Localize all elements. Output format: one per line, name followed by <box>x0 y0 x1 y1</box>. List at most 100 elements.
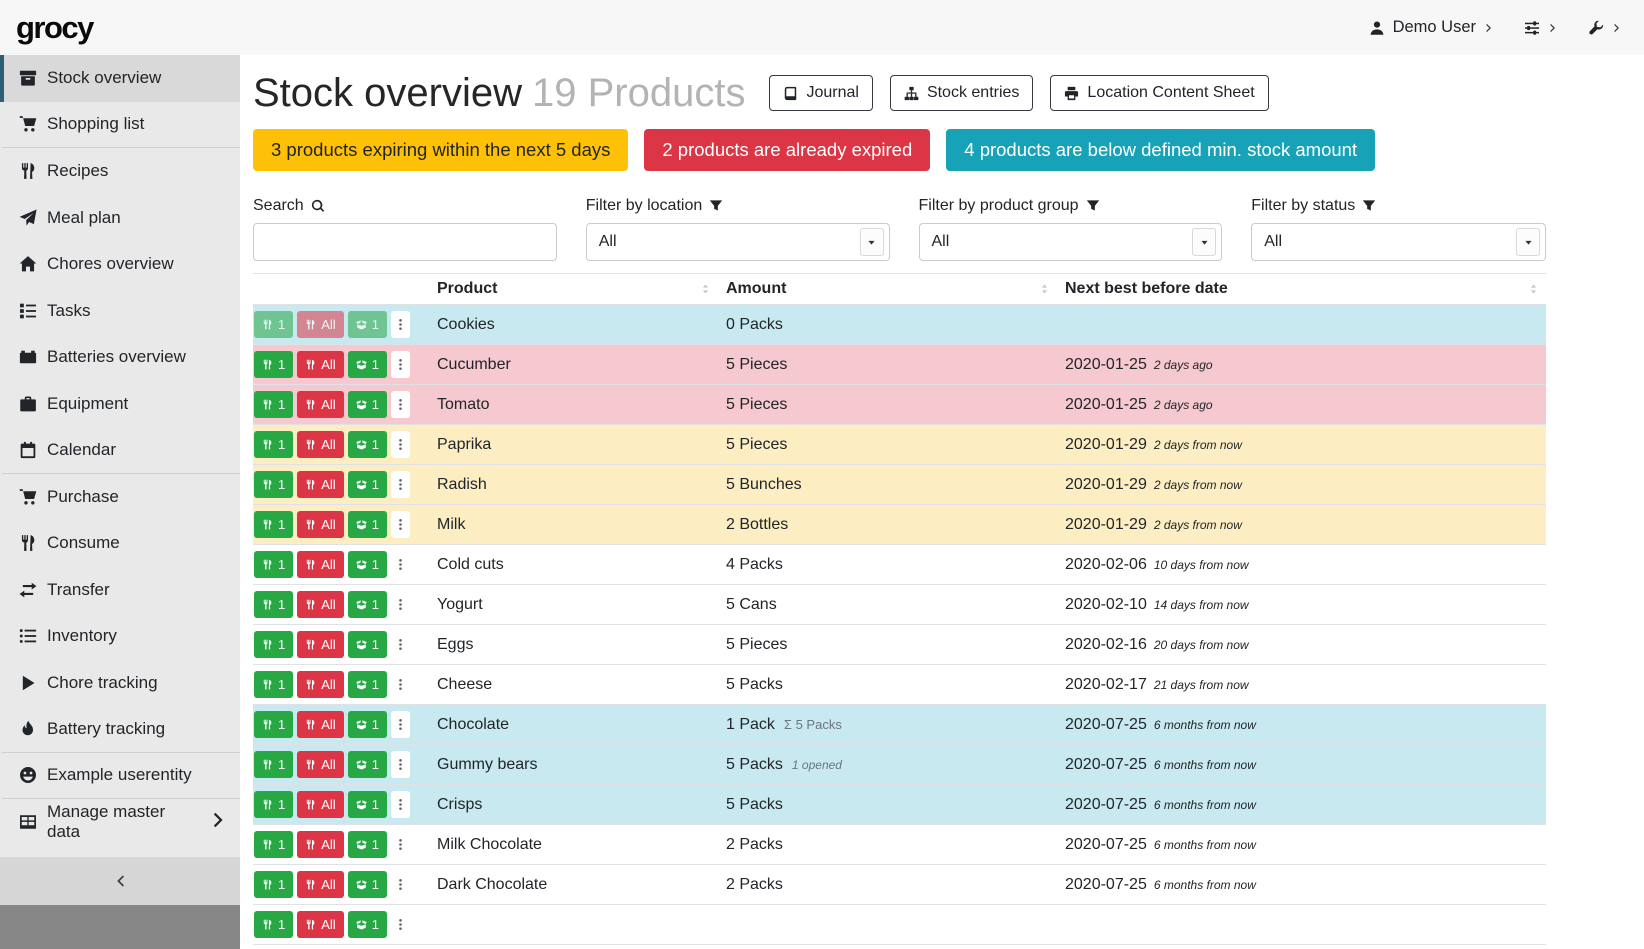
consume-all-button[interactable]: All <box>297 351 343 378</box>
row-menu-button[interactable] <box>391 391 410 418</box>
column-header-amount[interactable]: Amount <box>718 274 1057 305</box>
open-one-button[interactable]: 1 <box>348 871 387 898</box>
sidebar-item-stock-overview[interactable]: Stock overview <box>0 55 240 102</box>
consume-all-button[interactable]: All <box>297 871 343 898</box>
consume-all-button[interactable]: All <box>297 671 343 698</box>
row-menu-button[interactable] <box>391 751 410 778</box>
filter-by-status-select[interactable]: All <box>1251 223 1546 261</box>
consume-one-button[interactable]: 1 <box>254 791 293 818</box>
sidebar-item-meal-plan[interactable]: Meal plan <box>0 195 240 242</box>
consume-all-button[interactable]: All <box>297 831 343 858</box>
consume-one-button[interactable]: 1 <box>254 511 293 538</box>
consume-all-button[interactable]: All <box>297 631 343 658</box>
open-one-button[interactable]: 1 <box>348 391 387 418</box>
sidebar-item-consume[interactable]: Consume <box>0 520 240 567</box>
consume-one-button[interactable]: 1 <box>254 911 293 938</box>
consume-all-button[interactable]: All <box>297 551 343 578</box>
options-menu[interactable] <box>1524 20 1558 36</box>
sidebar-item-manage-master-data[interactable]: Manage master data <box>0 799 240 846</box>
sidebar-item-tasks[interactable]: Tasks <box>0 288 240 335</box>
consume-one-button[interactable]: 1 <box>254 591 293 618</box>
row-menu-button[interactable] <box>391 871 410 898</box>
sidebar-item-transfer[interactable]: Transfer <box>0 567 240 614</box>
sidebar-item-chores-overview[interactable]: Chores overview <box>0 241 240 288</box>
consume-one-button[interactable]: 1 <box>254 831 293 858</box>
consume-all-button[interactable]: All <box>297 511 343 538</box>
tools-menu[interactable] <box>1588 20 1622 36</box>
sidebar-item-purchase[interactable]: Purchase <box>0 474 240 521</box>
sidebar-item-recipes[interactable]: Recipes <box>0 148 240 195</box>
row-menu-button[interactable] <box>391 911 410 938</box>
banner-info[interactable]: 4 products are below defined min. stock … <box>946 129 1375 171</box>
consume-one-button[interactable]: 1 <box>254 391 293 418</box>
consume-all-button[interactable]: All <box>297 591 343 618</box>
row-menu-button[interactable] <box>391 551 410 578</box>
consume-one-button[interactable]: 1 <box>254 311 293 338</box>
consume-one-button[interactable]: 1 <box>254 871 293 898</box>
row-menu-button[interactable] <box>391 631 410 658</box>
open-one-button[interactable]: 1 <box>348 471 387 498</box>
sidebar-item-example-userentity[interactable]: Example userentity <box>0 753 240 800</box>
row-menu-button[interactable] <box>391 831 410 858</box>
open-one-button[interactable]: 1 <box>348 551 387 578</box>
consume-one-button[interactable]: 1 <box>254 471 293 498</box>
row-menu-button[interactable] <box>391 671 410 698</box>
consume-one-button[interactable]: 1 <box>254 711 293 738</box>
row-menu-button[interactable] <box>391 311 410 338</box>
open-one-button[interactable]: 1 <box>348 511 387 538</box>
consume-all-button[interactable]: All <box>297 711 343 738</box>
consume-all-button[interactable]: All <box>297 791 343 818</box>
consume-one-button[interactable]: 1 <box>254 631 293 658</box>
consume-all-button[interactable]: All <box>297 911 343 938</box>
consume-one-button[interactable]: 1 <box>254 351 293 378</box>
journal-button[interactable]: Journal <box>769 75 872 111</box>
row-menu-button[interactable] <box>391 431 410 458</box>
location-content-sheet-button[interactable]: Location Content Sheet <box>1050 75 1268 111</box>
consume-one-button[interactable]: 1 <box>254 431 293 458</box>
open-one-button[interactable]: 1 <box>348 591 387 618</box>
column-header-next-best-before-date[interactable]: Next best before date <box>1057 274 1546 305</box>
filter-by-product-group-select[interactable]: All <box>919 223 1223 261</box>
open-one-button[interactable]: 1 <box>348 431 387 458</box>
filter-by-location-select[interactable]: All <box>586 223 890 261</box>
row-menu-button[interactable] <box>391 471 410 498</box>
sidebar-item-chore-tracking[interactable]: Chore tracking <box>0 660 240 707</box>
open-one-button[interactable]: 1 <box>348 351 387 378</box>
sidebar-item-equipment[interactable]: Equipment <box>0 381 240 428</box>
sidebar-item-inventory[interactable]: Inventory <box>0 613 240 660</box>
consume-all-button[interactable]: All <box>297 311 343 338</box>
open-one-button[interactable]: 1 <box>348 671 387 698</box>
consume-all-button[interactable]: All <box>297 751 343 778</box>
user-menu[interactable]: Demo User <box>1369 18 1494 37</box>
row-menu-button[interactable] <box>391 351 410 378</box>
open-one-button[interactable]: 1 <box>348 751 387 778</box>
banner-warning[interactable]: 3 products expiring within the next 5 da… <box>253 129 628 171</box>
row-menu-button[interactable] <box>391 791 410 818</box>
open-one-button[interactable]: 1 <box>348 711 387 738</box>
consume-all-button[interactable]: All <box>297 431 343 458</box>
open-one-button[interactable]: 1 <box>348 631 387 658</box>
open-one-button[interactable]: 1 <box>348 791 387 818</box>
consume-one-button[interactable]: 1 <box>254 751 293 778</box>
consume-one-button[interactable]: 1 <box>254 671 293 698</box>
collapse-sidebar-button[interactable] <box>0 857 240 905</box>
column-header-product[interactable]: Product <box>429 274 718 305</box>
search-input[interactable] <box>253 223 557 261</box>
open-one-button[interactable]: 1 <box>348 831 387 858</box>
row-menu-button[interactable] <box>391 711 410 738</box>
app-logo[interactable]: grocy <box>16 10 93 46</box>
stock-entries-button[interactable]: Stock entries <box>890 75 1033 111</box>
open-one-button[interactable]: 1 <box>348 311 387 338</box>
sidebar-item-batteries-overview[interactable]: Batteries overview <box>0 334 240 381</box>
sidebar-item-calendar[interactable]: Calendar <box>0 427 240 474</box>
consume-one-button[interactable]: 1 <box>254 551 293 578</box>
box-archive-icon <box>19 69 37 87</box>
row-menu-button[interactable] <box>391 591 410 618</box>
open-one-button[interactable]: 1 <box>348 911 387 938</box>
sidebar-item-shopping-list[interactable]: Shopping list <box>0 102 240 149</box>
sidebar-item-battery-tracking[interactable]: Battery tracking <box>0 706 240 753</box>
banner-danger[interactable]: 2 products are already expired <box>644 129 930 171</box>
consume-all-button[interactable]: All <box>297 391 343 418</box>
consume-all-button[interactable]: All <box>297 471 343 498</box>
row-menu-button[interactable] <box>391 511 410 538</box>
